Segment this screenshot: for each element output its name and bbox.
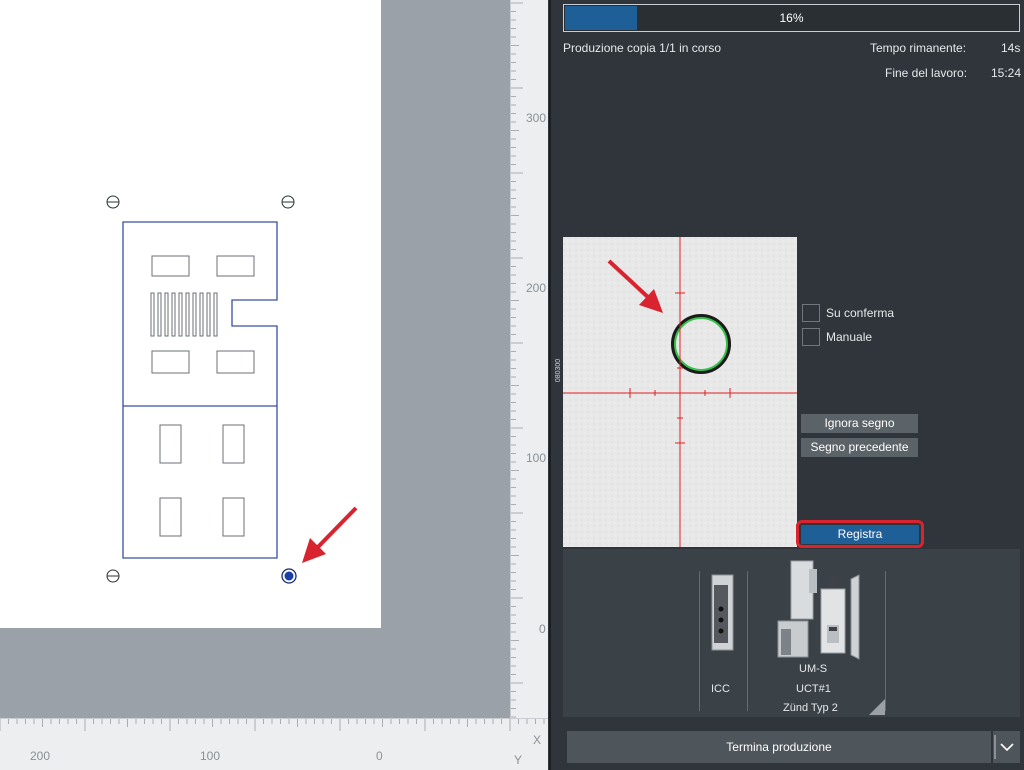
camera-side-label: 080300 (555, 358, 563, 383)
crosshair-circle-icon (106, 195, 120, 209)
tool-icc-label: ICC (711, 683, 730, 695)
camera-overlay (563, 237, 797, 547)
resize-corner-icon (869, 699, 885, 715)
design-rect (216, 350, 255, 374)
tool-zund-label: Zünd Typ 2 (783, 702, 838, 714)
horizontal-ruler: 200 100 0 X Y (0, 718, 548, 770)
camera-view[interactable] (563, 237, 797, 547)
progress-bar: 16% (563, 4, 1020, 32)
ruler-label: 100 (526, 451, 547, 465)
record-button[interactable]: Registra (801, 525, 919, 544)
previous-mark-button[interactable]: Segno precedente (801, 438, 918, 457)
option-on-confirm[interactable]: Su conferma (802, 304, 894, 322)
ruler-label: 0 (376, 749, 383, 763)
vertical-ruler: 300 200 100 0 (510, 0, 548, 718)
crosshair-circle-icon (281, 195, 295, 209)
ruler-label: 0 (539, 622, 546, 636)
chevron-down-icon (994, 735, 1014, 759)
production-panel: 16% Produzione copia 1/1 in corso Tempo … (549, 0, 1024, 770)
checkbox[interactable] (802, 328, 820, 346)
slot-group (150, 292, 218, 337)
tool-ums-label: UM-S (799, 663, 828, 675)
end-production-dropdown[interactable] (992, 731, 1020, 763)
universal-cutting-tool-icon (777, 560, 860, 660)
design-rect (216, 255, 255, 277)
annotation-arrow-icon (302, 506, 358, 563)
ruler-label: 100 (200, 749, 221, 763)
remaining-time-label: Tempo rimanente: (870, 41, 967, 55)
design-rect (222, 424, 245, 464)
tool-images (711, 560, 885, 715)
option-label: Su conferma (826, 306, 895, 320)
design-rect (151, 350, 190, 374)
icc-module-icon (711, 574, 734, 651)
tool-panel: ICC UM-S UCT#1 Zünd Typ 2 (563, 549, 1020, 717)
option-label: Manuale (826, 330, 873, 344)
remaining-time-value: 14s (1001, 41, 1021, 55)
ignore-mark-button[interactable]: Ignora segno (801, 414, 918, 433)
crosshair-circle-icon (106, 569, 120, 583)
production-status: Produzione copia 1/1 in corso (563, 41, 722, 55)
y-axis-label: Y (514, 753, 523, 767)
end-production-button[interactable]: Termina produzione (567, 731, 991, 763)
checkbox[interactable] (802, 304, 820, 322)
tool-uct-label: UCT#1 (796, 683, 831, 695)
design-rect (222, 497, 245, 537)
ruler-ticks (511, 2, 523, 718)
ruler-label: 300 (526, 111, 547, 125)
job-layout (106, 195, 358, 584)
ruler-label: 200 (30, 749, 51, 763)
progress-percent: 16% (779, 11, 804, 25)
ruler-ticks (0, 719, 545, 731)
x-axis-label: X (533, 733, 542, 747)
option-manual[interactable]: Manuale (802, 328, 872, 346)
design-rect (159, 497, 182, 537)
design-rect (151, 255, 190, 277)
job-end-value: 15:24 (991, 66, 1022, 80)
cutting-canvas[interactable]: 300 200 100 0 200 100 0 X Y (0, 0, 548, 770)
selected-registration-mark-icon (281, 568, 297, 584)
ruler-label: 200 (526, 281, 547, 295)
design-rect (159, 424, 182, 464)
job-end-label: Fine del lavoro: (885, 66, 968, 80)
